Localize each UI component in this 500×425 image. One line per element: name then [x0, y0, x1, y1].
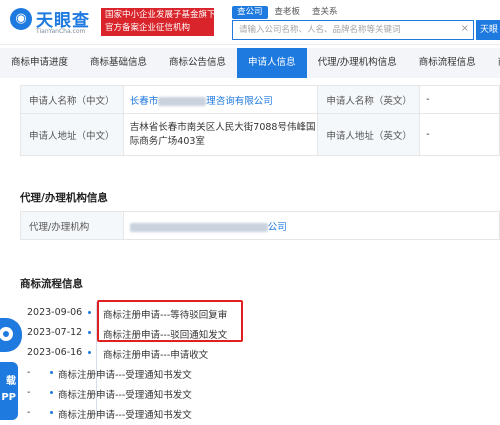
- applicant-addr-cn-value: 吉林省长春市南关区人民大街7088号伟峰国际商务广场403室: [122, 113, 319, 156]
- tianyancha-logo[interactable]: ◉ 天眼查 TianYanCha.com: [10, 6, 98, 38]
- search-tab-relation[interactable]: 查关系: [307, 6, 343, 19]
- flow-section-title: 商标流程信息: [20, 278, 83, 290]
- timeline-date: 2023-07-12: [27, 327, 83, 338]
- clear-icon[interactable]: ×: [461, 23, 469, 34]
- trademark-tabs: 商标申请进度 商标基础信息 商标公告信息 申请人信息 代理/办理机构信息 商标流…: [0, 48, 500, 78]
- agency-label: 代理/办理机构: [20, 211, 124, 240]
- timeline-dot-icon: [50, 411, 53, 414]
- timeline-item: - 商标注册申请---受理通知书发文: [0, 383, 500, 403]
- site-header: ◉ 天眼查 TianYanCha.com 国家中小企业发展子基金旗下 官方备案企…: [0, 0, 500, 45]
- tab-announcement[interactable]: 商标公告信息: [158, 48, 237, 78]
- timeline-text: 商标注册申请---受理通知书发文: [58, 410, 192, 421]
- applicant-addr-en-value: -: [419, 113, 500, 156]
- applicant-name-en-label: 申请人名称（英文）: [317, 85, 421, 114]
- app-label-line-1: 载: [6, 376, 16, 387]
- timeline-item: - 商标注册申请---受理通知书发文: [0, 403, 500, 423]
- app-download-widget[interactable]: 载 PP: [0, 318, 22, 420]
- timeline-item: - 商标注册申请---受理通知书发文: [0, 363, 500, 383]
- credit-banner[interactable]: 国家中小企业发展子基金旗下 官方备案企业征信机构: [101, 8, 214, 36]
- search-tab-company[interactable]: 查公司: [232, 6, 268, 19]
- timeline-date: 2023-06-16: [27, 347, 83, 358]
- timeline-date: -: [27, 367, 31, 378]
- app-download-label[interactable]: 载 PP: [0, 362, 18, 420]
- applicant-name-prefix[interactable]: 长春市: [130, 96, 159, 107]
- eye-logo-icon: ◉: [10, 8, 32, 30]
- table-row: 代理/办理机构 公司: [20, 211, 500, 240]
- tab-application-progress[interactable]: 商标申请进度: [0, 48, 79, 78]
- logo-url: TianYanCha.com: [36, 28, 86, 35]
- table-row: 申请人地址（中文） 吉林省长春市南关区人民大街7088号伟峰国际商务广场403室…: [20, 113, 500, 156]
- timeline-item: 2023-09-06 商标注册申请---等待驳回复审: [0, 303, 500, 323]
- timeline-date: -: [27, 387, 31, 398]
- search-tab-boss[interactable]: 查老板: [270, 6, 306, 19]
- agency-table: 代理/办理机构 公司: [20, 211, 500, 240]
- applicant-name-suffix[interactable]: 理咨询有限公司: [206, 96, 273, 107]
- agency-section-title: 代理/办理机构信息: [20, 192, 108, 204]
- timeline-dot-icon: [88, 331, 91, 334]
- table-row: 申请人名称（中文） 长春市 理咨询有限公司 申请人名称（英文） -: [20, 85, 500, 114]
- timeline-text: 商标注册申请---申请收文: [103, 350, 209, 361]
- redacted-text: [129, 222, 268, 232]
- timeline-date: 2023-09-06: [27, 307, 83, 318]
- search-button[interactable]: 天眼: [476, 20, 500, 40]
- highlight-box: [97, 300, 243, 342]
- timeline-text: 商标注册申请---受理通知书发文: [58, 370, 192, 381]
- applicant-name-en-value: -: [419, 85, 500, 114]
- timeline-dot-icon: [88, 311, 91, 314]
- timeline-dot-icon: [88, 351, 91, 354]
- search-box: ×: [232, 20, 474, 40]
- applicant-addr-cn-label: 申请人地址（中文）: [20, 113, 124, 156]
- banner-line-1: 国家中小企业发展子基金旗下: [105, 10, 214, 20]
- banner-line-2: 官方备案企业征信机构: [105, 23, 191, 33]
- applicant-addr-en-label: 申请人地址（英文）: [317, 113, 421, 156]
- timeline-item: 2023-06-16 商标注册申请---申请收文: [0, 343, 500, 363]
- app-logo-icon: [0, 318, 22, 352]
- tab-more[interactable]: 商: [487, 48, 500, 78]
- search-type-tabs: 查公司 查老板 查关系: [232, 6, 343, 19]
- applicant-name-cn-label: 申请人名称（中文）: [20, 85, 124, 114]
- agency-value[interactable]: 公司: [122, 211, 500, 240]
- redacted-text: [158, 96, 207, 106]
- tab-flow[interactable]: 商标流程信息: [408, 48, 487, 78]
- timeline-date: -: [27, 407, 31, 418]
- timeline-dot-icon: [50, 391, 53, 394]
- app-label-line-2: PP: [1, 392, 16, 403]
- timeline-dot-icon: [50, 371, 53, 374]
- tab-agency[interactable]: 代理/办理机构信息: [307, 48, 408, 78]
- timeline-text: 商标注册申请---受理通知书发文: [58, 390, 192, 401]
- timeline-item: 2023-07-12 商标注册申请---驳回通知发文: [0, 323, 500, 343]
- search-input[interactable]: [233, 21, 453, 39]
- applicant-table: 申请人名称（中文） 长春市 理咨询有限公司 申请人名称（英文） - 申请人地址（中…: [20, 85, 500, 156]
- tab-applicant[interactable]: 申请人信息: [237, 48, 307, 78]
- tab-basic-info[interactable]: 商标基础信息: [79, 48, 158, 78]
- agency-name-suffix[interactable]: 公司: [268, 222, 287, 233]
- applicant-name-cn-value[interactable]: 长春市 理咨询有限公司: [122, 85, 319, 114]
